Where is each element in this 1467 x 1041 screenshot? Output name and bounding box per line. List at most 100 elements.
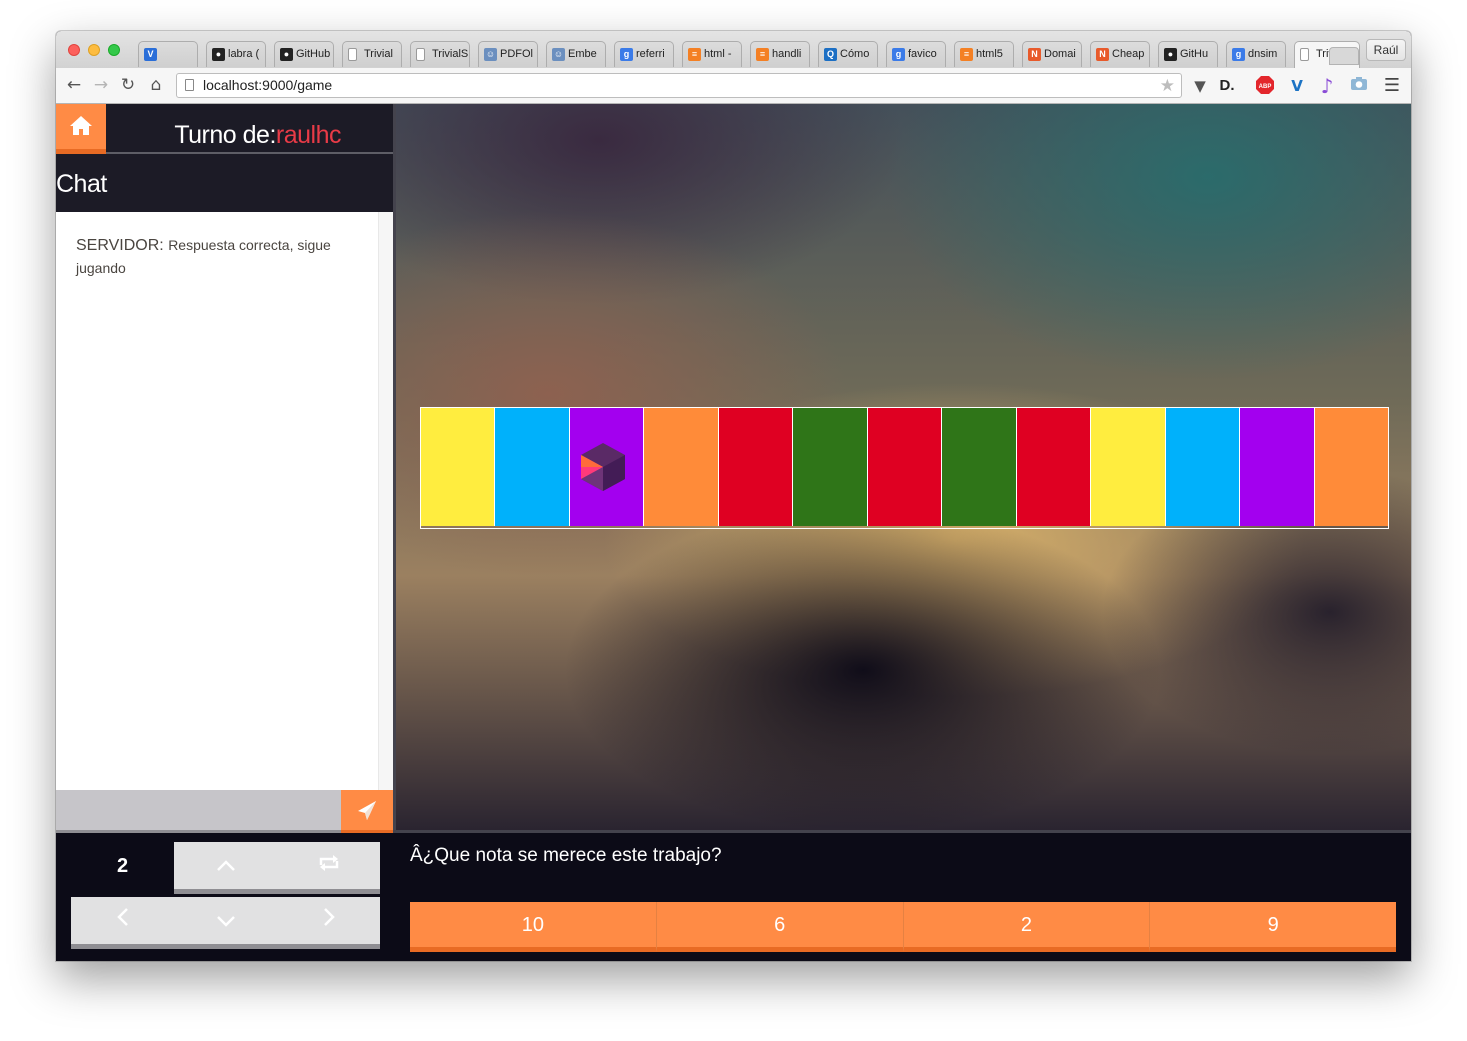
turn-indicator: Turno de:raulhc [106, 104, 393, 154]
board-cell [793, 408, 868, 526]
answer-button[interactable]: 9 [1149, 902, 1396, 952]
tab-3[interactable]: Trivial [342, 41, 402, 67]
send-button[interactable] [341, 790, 393, 835]
zoom-window-button[interactable] [108, 44, 120, 56]
home-button[interactable] [56, 104, 106, 154]
answer-button[interactable]: 6 [655, 902, 903, 952]
tab-title: html5 [976, 48, 1003, 60]
person-icon: ☺ [552, 48, 565, 61]
profile-button[interactable]: Raúl [1366, 39, 1406, 61]
tab-0[interactable]: V [138, 41, 198, 67]
chat-log: SERVIDOR: Respuesta correcta, sigue juga… [56, 212, 393, 790]
tab-title: Cómo [840, 48, 870, 60]
new-tab-button[interactable] [1329, 47, 1359, 65]
tab-title: Domai [1044, 48, 1076, 60]
tab-strip: V ● labra (● GitHub Trivial TrivialS ☺ PDFOl ☺ Em… [56, 31, 1411, 68]
move-left-button[interactable] [71, 897, 174, 949]
board-cell [942, 408, 1017, 526]
page-icon [348, 48, 357, 61]
player-hexagon-icon [577, 441, 629, 497]
url-path: :9000/game [258, 77, 333, 93]
namecheap-icon: N [1028, 48, 1041, 61]
tab-title: dnsim [1248, 48, 1278, 60]
chevron-right-icon [323, 908, 335, 926]
github-icon: ● [280, 48, 293, 61]
search-q-icon: Q [824, 48, 837, 61]
back-arrow-icon[interactable]: ← [64, 75, 84, 95]
tab-4[interactable]: TrivialS [410, 41, 470, 67]
dice-value: 2 [116, 855, 129, 877]
tab-15[interactable]: ● GitHu [1158, 41, 1218, 67]
movement-controls: 2 [56, 833, 393, 961]
stackoverflow-icon: ≡ [688, 48, 701, 61]
tab-11[interactable]: g favico [886, 41, 946, 67]
camera-icon[interactable] [1348, 75, 1370, 97]
tab-5[interactable]: ☺ PDFOl [478, 41, 538, 67]
tab-title: GitHub [296, 48, 331, 60]
tab-6[interactable]: ☺ Embe [546, 41, 606, 67]
page-icon [185, 79, 194, 91]
d-extension-icon[interactable]: D. [1216, 75, 1238, 97]
paper-plane-icon [358, 801, 376, 820]
tab-title: Cheap [1112, 48, 1145, 60]
tab-title: favico [908, 48, 937, 60]
minimize-window-button[interactable] [88, 44, 100, 56]
reroll-button[interactable] [277, 842, 380, 894]
browser-window: V ● labra (● GitHub Trivial TrivialS ☺ PDFOl ☺ Em… [56, 31, 1411, 961]
tab-13[interactable]: N Domai [1022, 41, 1082, 67]
tab-10[interactable]: Q Cómo [818, 41, 878, 67]
address-bar[interactable]: localhost:9000/game ★ [176, 73, 1182, 98]
chat-scrollbar[interactable] [378, 212, 393, 790]
board-cell [1314, 408, 1389, 526]
board-cell [644, 408, 719, 526]
tab-title: html - [704, 48, 732, 60]
chat-message: SERVIDOR: Respuesta correcta, sigue juga… [76, 234, 346, 280]
tab-12[interactable]: ≡ html5 [954, 41, 1014, 67]
reload-icon[interactable]: ↻ [118, 75, 138, 95]
answer-button[interactable]: 10 [410, 902, 656, 952]
bookmark-star-icon[interactable]: ★ [1160, 74, 1175, 97]
move-up-button[interactable] [174, 842, 277, 894]
vivaldi-v-icon[interactable]: V [1286, 75, 1308, 97]
board-cell [1240, 408, 1315, 526]
google-icon: g [1232, 48, 1245, 61]
board-cell [718, 408, 794, 526]
tab-title: PDFOl [500, 48, 533, 60]
menu-icon[interactable]: ☰ [1381, 75, 1403, 97]
horizontal-divider [393, 830, 1411, 833]
board-cell [421, 408, 496, 526]
tab-16[interactable]: g dnsim [1226, 41, 1286, 67]
home-icon[interactable]: ⌂ [146, 75, 166, 95]
close-window-button[interactable] [68, 44, 80, 56]
page-icon [416, 48, 425, 61]
answer-list: 10 6 2 9 [410, 902, 1396, 952]
move-right-button[interactable] [277, 897, 380, 949]
chat-input[interactable] [56, 790, 341, 835]
browser-toolbar: ← → ↻ ⌂ localhost:9000/game ★ ▼ D. ABP V… [56, 68, 1411, 104]
answer-button[interactable]: 2 [902, 902, 1150, 952]
move-down-button[interactable] [174, 897, 277, 949]
stackoverflow-icon: ≡ [756, 48, 769, 61]
home-icon [70, 116, 92, 135]
tab-2[interactable]: ● GitHub [274, 41, 334, 67]
tab-title: referri [636, 48, 665, 60]
adblock-icon[interactable]: ABP [1254, 75, 1276, 97]
board-cell [867, 408, 943, 526]
url-host: localhost [203, 77, 259, 93]
chat-title: Chat [56, 170, 107, 198]
chevron-down-icon [216, 916, 235, 927]
tab-14[interactable]: N Cheap [1090, 41, 1150, 67]
tab-title: Embe [568, 48, 597, 60]
tab-7[interactable]: g referri [614, 41, 674, 67]
pocket-icon[interactable]: ▼ [1189, 75, 1211, 97]
forward-arrow-icon[interactable]: → [91, 75, 111, 95]
tab-9[interactable]: ≡ handli [750, 41, 810, 67]
google-icon: g [892, 48, 905, 61]
tab-8[interactable]: ≡ html - [682, 41, 742, 67]
music-note-icon[interactable]: ♪ [1316, 75, 1338, 97]
tab-title: Trivial [364, 48, 393, 60]
repeat-icon [319, 855, 338, 871]
page-icon [1300, 48, 1309, 61]
tab-1[interactable]: ● labra ( [206, 41, 266, 67]
sidebar: Turno de:raulhc Chat SERVIDOR: Respuesta… [56, 104, 393, 835]
